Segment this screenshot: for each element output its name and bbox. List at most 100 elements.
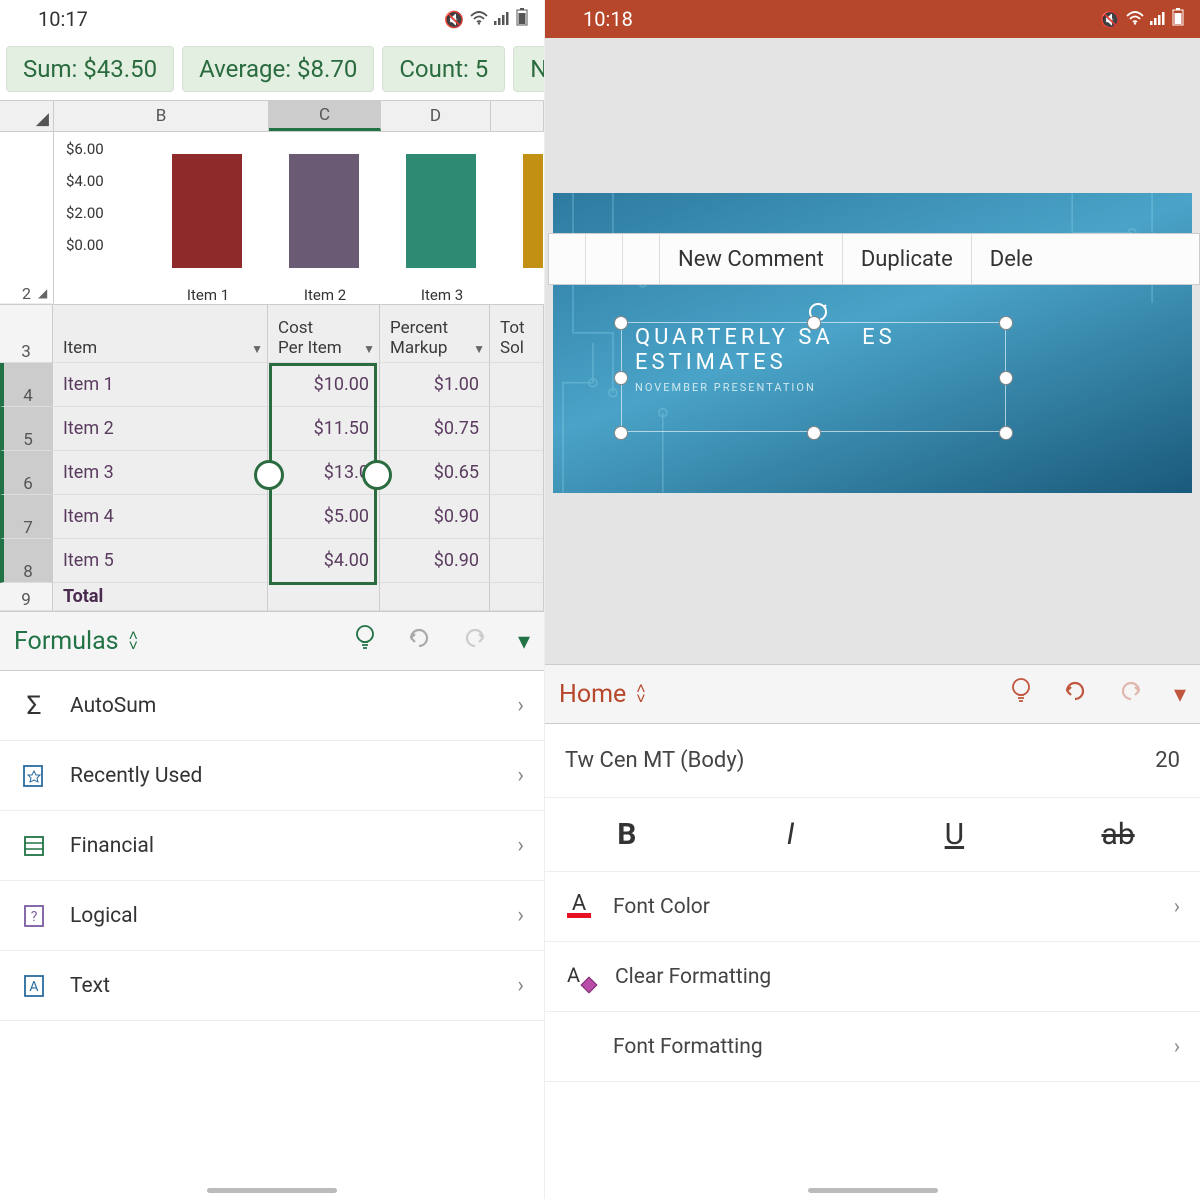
- column-header-d[interactable]: D: [381, 101, 491, 131]
- cell-markup[interactable]: $0.90: [380, 539, 490, 583]
- underline-button[interactable]: U: [873, 798, 1037, 871]
- row-header-5[interactable]: 5: [0, 407, 53, 451]
- total-row[interactable]: Total: [53, 583, 268, 611]
- selection-handle[interactable]: [999, 316, 1013, 330]
- ribbon-tab-formulas[interactable]: Formulas ˄˅: [14, 627, 138, 656]
- status-bar: 10:18 🔇: [545, 0, 1200, 38]
- italic-button[interactable]: I: [709, 798, 873, 871]
- chevron-right-icon: ›: [517, 833, 524, 858]
- bold-button[interactable]: B: [545, 798, 709, 871]
- bar-label: Item 3: [392, 286, 492, 304]
- cell-item[interactable]: Item 5: [53, 539, 268, 583]
- menu-recently-used[interactable]: Recently Used›: [0, 741, 544, 811]
- clear-formatting-icon: A: [565, 963, 595, 991]
- header-markup[interactable]: Percent Markup▼: [380, 305, 490, 363]
- slide-canvas[interactable]: QUARTERLY SA ES ESTIMATES NOVEMBER PRESE…: [545, 38, 1200, 664]
- font-formatting-item[interactable]: Font Formatting ›: [545, 1012, 1200, 1082]
- cell-cost[interactable]: $5.00: [268, 495, 380, 539]
- row-header-9[interactable]: 9: [0, 583, 53, 611]
- aggregate-pills: Sum: $43.50 Average: $8.70 Count: 5 Num: [0, 38, 544, 100]
- cell-cost[interactable]: $10.00: [268, 363, 380, 407]
- cell-item[interactable]: Item 4: [53, 495, 268, 539]
- sum-pill[interactable]: Sum: $43.50: [6, 46, 174, 92]
- selection-handle[interactable]: [614, 426, 628, 440]
- undo-icon[interactable]: [1062, 679, 1088, 709]
- filter-icon[interactable]: ▼: [473, 342, 485, 356]
- delete-button[interactable]: Dele: [972, 234, 1051, 284]
- paste-button[interactable]: [623, 234, 660, 284]
- numerical-pill-partial[interactable]: Num: [513, 46, 544, 92]
- ribbon-toolbar: Formulas ˄˅ ▾: [0, 611, 544, 671]
- ribbon-tab-home[interactable]: Home ˄˅: [559, 680, 646, 709]
- header-item[interactable]: Item▼: [53, 305, 268, 363]
- cell-markup[interactable]: $0.75: [380, 407, 490, 451]
- expand-tab-icon[interactable]: ◢: [38, 286, 54, 302]
- undo-icon[interactable]: [406, 626, 432, 656]
- column-header-e[interactable]: [491, 101, 544, 131]
- font-name[interactable]: Tw Cen MT (Body): [565, 748, 744, 773]
- cell-cost[interactable]: $4.00: [268, 539, 380, 583]
- dropdown-icon[interactable]: ▾: [1174, 680, 1186, 708]
- strikethrough-button[interactable]: ab: [1036, 798, 1200, 871]
- row-header-7[interactable]: 7: [0, 495, 53, 539]
- wifi-icon: [470, 10, 488, 29]
- copy-button[interactable]: [586, 234, 623, 284]
- slide-subtitle: NOVEMBER PRESENTATION: [635, 381, 816, 394]
- selection-handle[interactable]: [999, 371, 1013, 385]
- row-header-8[interactable]: 8: [0, 539, 53, 583]
- clear-formatting-item[interactable]: A Clear Formatting: [545, 942, 1200, 1012]
- cell-markup[interactable]: $0.65: [380, 451, 490, 495]
- menu-text[interactable]: A Text›: [0, 951, 544, 1021]
- menu-logical[interactable]: ? Logical›: [0, 881, 544, 951]
- header-total[interactable]: Tot Sol: [490, 305, 544, 363]
- cut-button[interactable]: [549, 234, 586, 284]
- selection-handle[interactable]: [254, 460, 284, 490]
- select-all-corner[interactable]: ◢: [0, 101, 54, 131]
- filter-icon[interactable]: ▼: [363, 342, 375, 356]
- row-header-4[interactable]: 4: [0, 363, 53, 407]
- count-pill[interactable]: Count: 5: [382, 46, 505, 92]
- new-comment-button[interactable]: New Comment: [660, 234, 843, 284]
- bar-label: Item 1: [158, 286, 258, 304]
- bar-item4-partial: [523, 154, 543, 268]
- menu-financial[interactable]: Financial›: [0, 811, 544, 881]
- bar-item2: [289, 154, 359, 268]
- selection-handle[interactable]: [614, 316, 628, 330]
- selection-handle[interactable]: [807, 316, 821, 330]
- selection-handle[interactable]: [614, 371, 628, 385]
- menu-autosum[interactable]: Σ AutoSum›: [0, 671, 544, 741]
- lightbulb-icon[interactable]: [354, 624, 376, 658]
- row-header-6[interactable]: 6: [0, 451, 53, 495]
- signal-icon: [494, 10, 510, 29]
- cell-cost[interactable]: $11.50: [268, 407, 380, 451]
- chevron-right-icon: ›: [517, 903, 524, 928]
- selection-handle[interactable]: [807, 426, 821, 440]
- home-indicator: [207, 1188, 337, 1193]
- average-pill[interactable]: Average: $8.70: [182, 46, 374, 92]
- chevron-right-icon: ›: [517, 763, 524, 788]
- column-header-c[interactable]: C: [269, 101, 381, 131]
- font-color-item[interactable]: A Font Color ›: [545, 872, 1200, 942]
- column-header-b[interactable]: B: [54, 101, 269, 131]
- duplicate-button[interactable]: Duplicate: [843, 234, 972, 284]
- redo-icon[interactable]: [462, 626, 488, 656]
- selection-handle[interactable]: [999, 426, 1013, 440]
- lightbulb-icon[interactable]: [1010, 677, 1032, 711]
- cell-item[interactable]: Item 3: [53, 451, 268, 495]
- cell-markup[interactable]: $0.90: [380, 495, 490, 539]
- signal-icon: [1150, 10, 1166, 29]
- cell-item[interactable]: Item 1: [53, 363, 268, 407]
- dropdown-icon[interactable]: ▾: [518, 627, 530, 655]
- filter-icon[interactable]: ▼: [251, 342, 263, 356]
- bar-label: Item 2: [275, 286, 375, 304]
- embedded-chart[interactable]: 2 $6.00 $4.00 $2.00 $0.00 Item 1 Item 2 …: [0, 132, 544, 304]
- cell-item[interactable]: Item 2: [53, 407, 268, 451]
- header-cost[interactable]: Cost Per Item▼: [268, 305, 380, 363]
- redo-icon[interactable]: [1118, 679, 1144, 709]
- cell-markup[interactable]: $1.00: [380, 363, 490, 407]
- bar-item3: [406, 154, 476, 268]
- font-size[interactable]: 20: [1155, 748, 1180, 773]
- question-box-icon: ?: [20, 902, 48, 930]
- row-header-3[interactable]: 3: [0, 305, 53, 363]
- selection-handle[interactable]: [362, 460, 392, 490]
